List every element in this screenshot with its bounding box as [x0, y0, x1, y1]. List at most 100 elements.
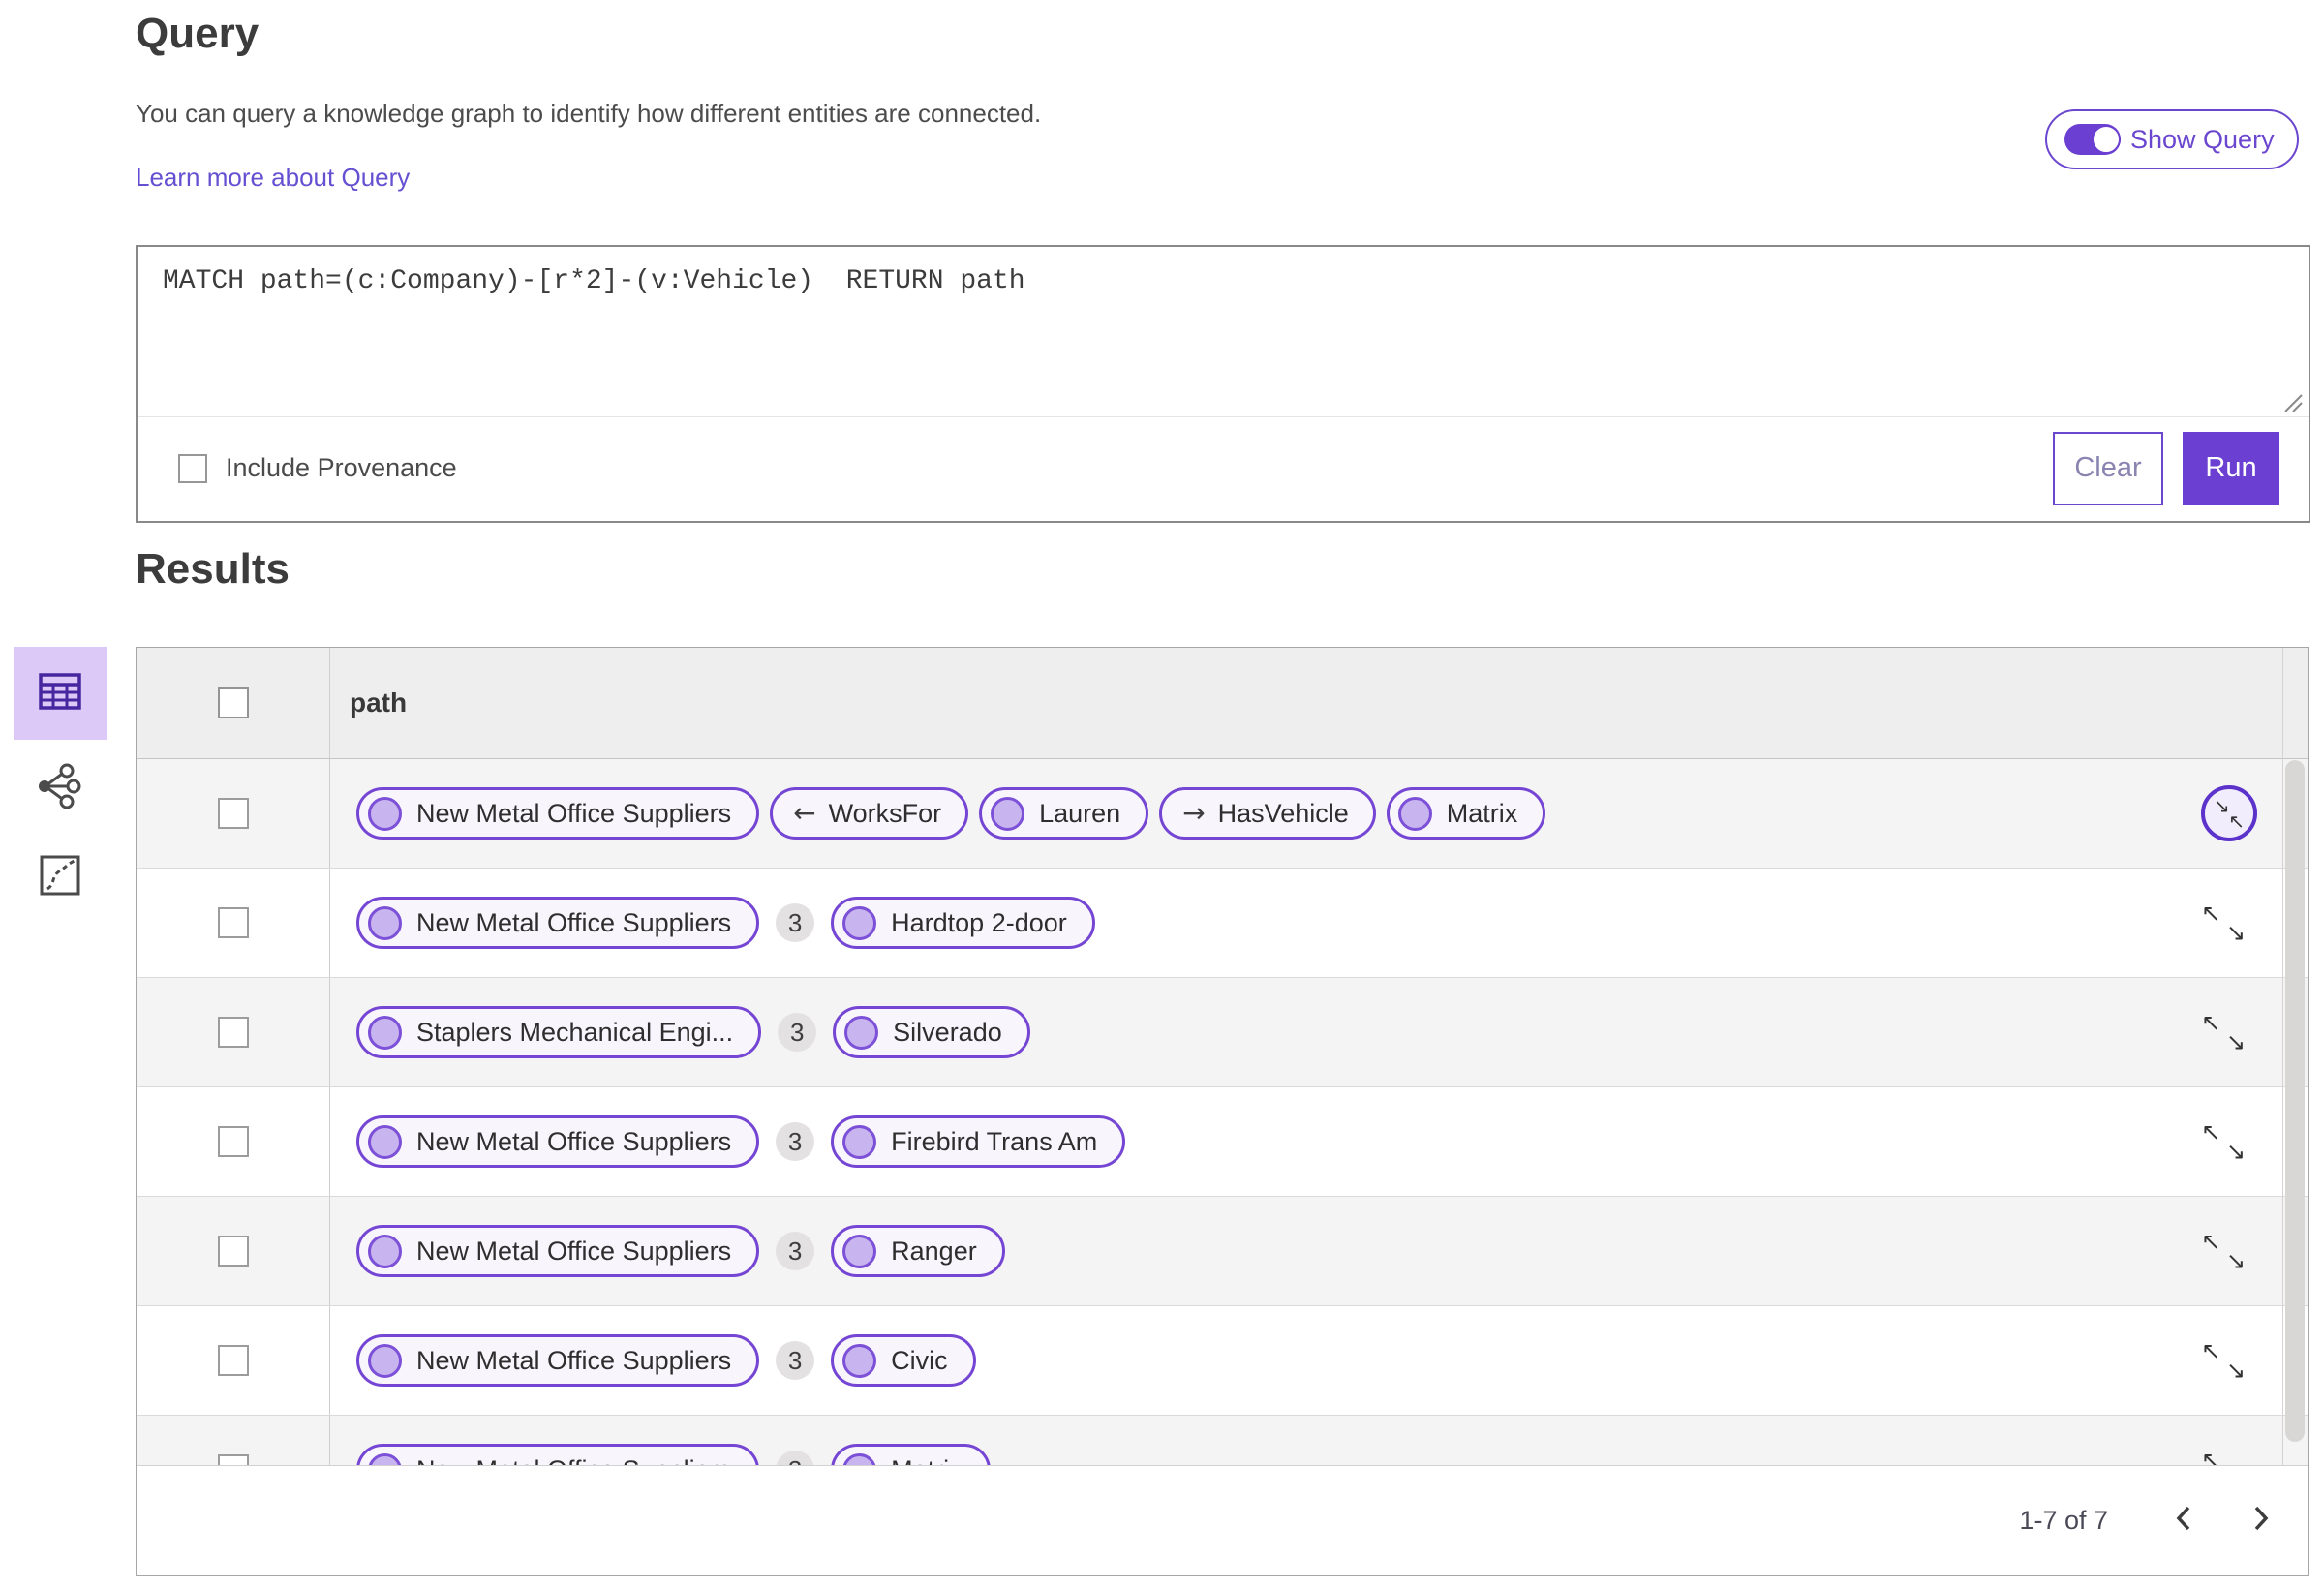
table-scrollbar — [2282, 648, 2308, 1466]
results-table: path New Metal Office Suppliers ← WorksFor… — [136, 647, 2309, 1576]
expand-arrow-icon: ↘ — [2225, 1138, 2246, 1165]
relationship-pill[interactable]: → HasVehicle — [1159, 787, 1376, 840]
map-view-button[interactable] — [39, 854, 81, 901]
entity-pill[interactable]: Lauren — [979, 787, 1149, 840]
entity-label: New Metal Office Suppliers — [416, 798, 732, 828]
entity-node-icon — [844, 1015, 879, 1050]
expand-path-button[interactable]: ↖↘ — [2201, 1339, 2246, 1382]
link-chart-view-button[interactable] — [35, 763, 81, 814]
collapse-path-button[interactable]: ↘ ↖ — [2201, 785, 2257, 841]
entity-pill[interactable]: Firebird Trans Am — [831, 1115, 1126, 1168]
pagination-bar: 1-7 of 7 — [137, 1465, 2308, 1575]
expand-path-button[interactable]: ↖↘ — [2201, 901, 2246, 944]
expand-arrow-icon: ↘ — [2225, 919, 2246, 946]
expand-arrow-icon: ↘ — [2225, 1247, 2246, 1274]
query-editor[interactable]: MATCH path=(c:Company)-[r*2]-(v:Vehicle)… — [138, 247, 2309, 417]
run-button[interactable]: Run — [2183, 431, 2279, 505]
entity-pill[interactable]: New Metal Office Suppliers — [356, 787, 760, 840]
include-provenance-checkbox[interactable] — [178, 453, 207, 483]
relationship-pill[interactable]: ← WorksFor — [770, 787, 969, 840]
table-row: Staplers Mechanical Engi... 3 Silverado ↖ ↘ — [137, 978, 2308, 1087]
entity-pill[interactable]: New Metal Office Suppliers — [356, 1115, 760, 1168]
previous-page-button[interactable] — [2156, 1486, 2211, 1556]
page-description: You can query a knowledge graph to ident… — [136, 99, 1042, 128]
expand-path-button[interactable]: ↖↘ — [2201, 1011, 2246, 1054]
path-cell: New Metal Office Suppliers 3 Civic — [330, 1334, 2308, 1387]
toggle-knob — [2092, 125, 2121, 154]
entity-node-icon — [842, 1124, 877, 1159]
expand-arrow-icon: ↘ — [2225, 1357, 2246, 1384]
path-count-badge: 3 — [776, 1122, 815, 1161]
table-row: New Metal Office Suppliers 3 Ranger ↖ ↘ — [137, 1197, 2308, 1306]
row-checkbox-cell — [137, 759, 330, 868]
path-cell: New Metal Office Suppliers 3 Hardtop 2-doo… — [330, 897, 2308, 949]
clear-button[interactable]: Clear — [2053, 431, 2163, 505]
map-icon — [39, 854, 81, 901]
entity-label: Ranger — [891, 1236, 977, 1266]
entity-node-icon — [842, 1234, 877, 1268]
entity-label: New Metal Office Suppliers — [416, 1236, 732, 1266]
row-checkbox-cell — [137, 1306, 330, 1415]
path-count-badge: 3 — [776, 1341, 815, 1380]
entity-label: Civic — [891, 1345, 948, 1375]
expand-path-button[interactable]: ↖↘ — [2201, 1230, 2246, 1272]
entity-pill[interactable]: Matrix — [1386, 787, 1546, 840]
entity-node-icon — [368, 1015, 402, 1050]
path-count-badge: 3 — [776, 903, 815, 942]
query-panel: MATCH path=(c:Company)-[r*2]-(v:Vehicle)… — [136, 245, 2310, 523]
expand-path-button[interactable]: ↖↘ — [2201, 1120, 2246, 1163]
chevron-left-icon — [2173, 1503, 2194, 1539]
entity-pill[interactable]: Ranger — [831, 1225, 1005, 1277]
row-checkbox-cell — [137, 1197, 330, 1305]
table-view-button[interactable] — [14, 647, 107, 740]
entity-pill[interactable]: New Metal Office Suppliers — [356, 1225, 760, 1277]
row-select-checkbox[interactable] — [217, 907, 249, 938]
entity-label: Staplers Mechanical Engi... — [416, 1017, 734, 1047]
table-row: New Metal Office Suppliers 3 Hardtop 2-doo… — [137, 869, 2308, 978]
entity-label: New Metal Office Suppliers — [416, 1345, 732, 1375]
entity-pill[interactable]: New Metal Office Suppliers — [356, 897, 760, 949]
entity-label: Hardtop 2-door — [891, 907, 1067, 937]
arrow-left-icon: ← — [793, 797, 816, 829]
results-table-body: New Metal Office Suppliers ← WorksFor Laure… — [137, 759, 2308, 1525]
row-select-checkbox[interactable] — [217, 1017, 249, 1048]
path-count-badge: 3 — [778, 1013, 817, 1052]
resize-handle-icon[interactable] — [2278, 388, 2304, 413]
row-select-checkbox[interactable] — [217, 1345, 249, 1376]
collapse-arrow-icon: ↖ — [2228, 809, 2245, 833]
toggle-switch-icon[interactable] — [2064, 124, 2121, 155]
entity-pill[interactable]: Staplers Mechanical Engi... — [356, 1006, 762, 1058]
learn-more-link[interactable]: Learn more about Query — [136, 163, 410, 193]
expand-arrow-icon: ↖ — [2201, 1337, 2221, 1364]
entity-node-icon — [368, 905, 402, 940]
entity-label: Matrix — [1446, 798, 1518, 828]
entity-pill[interactable]: Hardtop 2-door — [831, 897, 1095, 949]
page-range-label: 1-7 of 7 — [2019, 1506, 2108, 1535]
scrollbar-thumb[interactable] — [2285, 760, 2305, 1442]
entity-pill[interactable]: Silverado — [833, 1006, 1030, 1058]
page-title: Query — [136, 10, 260, 57]
next-page-button[interactable] — [2234, 1486, 2288, 1556]
row-select-checkbox[interactable] — [217, 1126, 249, 1157]
entity-label: Lauren — [1039, 798, 1121, 828]
table-row: New Metal Office Suppliers 3 Firebird Tran… — [137, 1087, 2308, 1197]
include-provenance-label: Include Provenance — [226, 453, 457, 482]
row-checkbox-cell — [137, 1087, 330, 1196]
entity-node-icon — [368, 1234, 402, 1268]
path-cell: New Metal Office Suppliers 3 Firebird Tran… — [330, 1115, 2308, 1168]
entity-pill[interactable]: Civic — [831, 1334, 976, 1387]
select-all-checkbox[interactable] — [217, 687, 249, 718]
link-chart-icon — [35, 763, 81, 814]
entity-node-icon — [842, 1343, 877, 1378]
table-header-row: path — [137, 648, 2308, 759]
entity-node-icon — [1397, 796, 1432, 831]
show-query-toggle[interactable]: Show Query — [2045, 109, 2299, 169]
table-icon — [39, 672, 81, 715]
entity-pill[interactable]: New Metal Office Suppliers — [356, 1334, 760, 1387]
expand-arrow-icon: ↖ — [2201, 1118, 2221, 1145]
row-select-checkbox[interactable] — [217, 1236, 249, 1267]
results-title: Results — [136, 545, 290, 593]
expand-arrow-icon: ↖ — [2201, 1228, 2221, 1255]
path-count-badge: 3 — [776, 1232, 815, 1270]
row-select-checkbox[interactable] — [217, 798, 249, 829]
